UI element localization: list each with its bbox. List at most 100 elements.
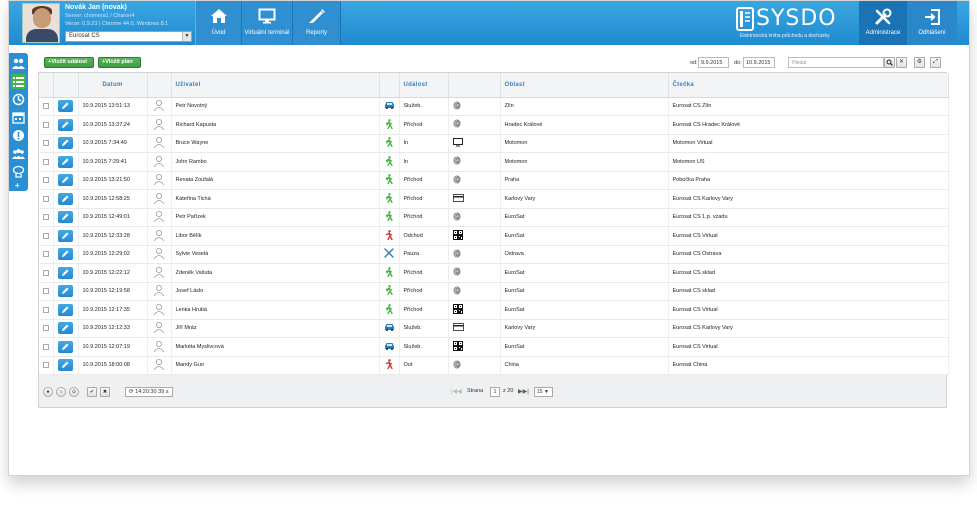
add-record-button[interactable]: ● — [43, 387, 53, 397]
row-checkbox[interactable] — [42, 251, 49, 258]
table-row[interactable]: 10.9.2015 12:58:25 Kateřina Tichá Příchod K… — [39, 189, 949, 209]
edit-button[interactable] — [58, 155, 73, 168]
table-row[interactable]: 10.9.2015 18:00:08 Mandy Guo Out China Euros… — [39, 356, 949, 375]
edit-button[interactable] — [58, 137, 73, 150]
table-row[interactable]: 10.9.2015 13:51:13 Petr Novotný Služeb. Zlí… — [39, 97, 949, 116]
edit-button[interactable] — [58, 192, 73, 205]
sidebar-item-calendar[interactable] — [11, 110, 26, 125]
nav-reports-button[interactable]: Reporty — [293, 1, 341, 45]
table-row[interactable]: 10.9.2015 12:07:19 Markéta Myslivcová Služ… — [39, 337, 949, 357]
table-row[interactable]: 10.9.2015 13:21:50 Renata Zoufalá Příchod P… — [39, 171, 949, 190]
sidebar-item-devices[interactable] — [11, 164, 26, 179]
table-row[interactable]: 10.9.2015 12:17:35 Lenka Hrubá Příchod Euro… — [39, 300, 949, 320]
user-avatar[interactable] — [22, 3, 60, 43]
row-reader: Motomon Virtual — [668, 134, 949, 153]
table-row[interactable]: 10.9.2015 12:19:58 Josef Láslo Příchod Euro… — [39, 282, 949, 301]
search-button[interactable] — [884, 57, 895, 68]
row-checkbox[interactable] — [42, 103, 49, 110]
row-event: Odchod — [399, 226, 449, 246]
edit-button[interactable] — [58, 248, 73, 261]
edit-button[interactable] — [58, 322, 73, 335]
sidebar-item-groups[interactable] — [11, 146, 26, 161]
sidebar-add-icon[interactable]: + — [15, 181, 20, 190]
row-method-cell — [448, 97, 501, 116]
table-header-row: Datum Uživatel Událost Oblast Čtečka — [39, 73, 949, 98]
cancel-button[interactable]: ✖ — [100, 387, 110, 397]
toggle-button[interactable]: ⊙ — [69, 387, 79, 397]
edit-button[interactable] — [58, 229, 73, 242]
row-avatar-cell — [147, 134, 172, 153]
user-avatar-icon — [153, 211, 165, 224]
monitor-icon — [452, 137, 463, 149]
row-checkbox[interactable] — [42, 325, 49, 332]
fullscreen-icon: ⤢ — [933, 59, 938, 65]
row-checkbox[interactable] — [42, 177, 49, 184]
walk-in-icon — [385, 266, 393, 279]
sidebar-item-history[interactable] — [11, 92, 26, 107]
edit-button[interactable] — [58, 118, 73, 131]
sidebar-item-users[interactable] — [11, 56, 26, 71]
sidebar-item-events[interactable] — [11, 74, 26, 89]
page-size-select[interactable]: 15 ▼ — [534, 387, 553, 397]
nav-home-button[interactable]: Úvod — [195, 1, 242, 45]
edit-button[interactable] — [58, 174, 73, 187]
date-to-input[interactable]: 10.9.2015 — [743, 57, 775, 68]
select-button[interactable]: ○ — [56, 387, 66, 397]
sidebar-item-alerts[interactable] — [11, 128, 26, 143]
nav-logout-button[interactable]: Odhlášení — [907, 1, 957, 45]
row-checkbox[interactable] — [42, 343, 49, 350]
row-checkbox[interactable] — [42, 195, 49, 202]
dot-icon: ⊙ — [71, 389, 77, 395]
first-page-icon[interactable]: |◀◀ — [451, 388, 462, 395]
settings-button[interactable]: ⚙ — [914, 57, 925, 68]
fingerprint-icon — [453, 175, 461, 186]
header-user[interactable]: Uživatel — [171, 73, 380, 98]
clear-search-button[interactable]: ✕ — [896, 57, 907, 68]
header-event[interactable]: Událost — [399, 73, 449, 98]
add-plan-button[interactable]: +Vložit plán — [98, 57, 141, 68]
next-page-icon[interactable]: ▶▶| — [518, 388, 529, 395]
header-reader[interactable]: Čtečka — [668, 73, 949, 98]
company-select[interactable]: Eurosat CS ▼ — [65, 31, 192, 42]
page-input[interactable]: 1 — [490, 387, 500, 397]
date-from-input[interactable]: 9.9.2015 — [698, 57, 729, 68]
row-event: Služeb. — [399, 97, 449, 116]
table-row[interactable]: 10.9.2015 7:34:49 Bruce Wayne In Motomon Mot… — [39, 134, 949, 153]
row-checkbox[interactable] — [42, 158, 49, 165]
table-row[interactable]: 10.9.2015 7:29:41 John Rambo In Motomon Moto… — [39, 152, 949, 172]
row-checkbox[interactable] — [42, 214, 49, 221]
edit-button[interactable] — [58, 359, 73, 372]
row-checkbox[interactable] — [42, 121, 49, 128]
walk-in-icon — [385, 155, 393, 168]
search-input[interactable]: Hledat — [788, 57, 884, 68]
edit-button[interactable] — [58, 211, 73, 224]
row-checkbox[interactable] — [42, 232, 49, 239]
row-checkbox[interactable] — [42, 288, 49, 295]
table-row[interactable]: 10.9.2015 12:49:01 Petr Pařízek Příchod Eur… — [39, 208, 949, 227]
edit-button[interactable] — [58, 100, 73, 113]
header-area[interactable]: Oblast — [500, 73, 669, 98]
row-checkbox[interactable] — [42, 269, 49, 276]
table-row[interactable]: 10.9.2015 12:12:33 Jiří Mráz Služeb. Karlov… — [39, 319, 949, 338]
edit-button[interactable] — [58, 340, 73, 353]
confirm-button[interactable]: ✔ — [87, 387, 97, 397]
refresh-timer[interactable]: ⟳ 14:20:30 39 s — [125, 387, 173, 397]
row-checkbox[interactable] — [42, 362, 49, 369]
edit-button[interactable] — [58, 303, 73, 316]
add-event-button[interactable]: +Vložit událost — [44, 57, 94, 68]
row-checkbox[interactable] — [42, 140, 49, 147]
table-row[interactable]: 10.9.2015 12:29:02 Sylvie Veselá Pauza Ostr… — [39, 245, 949, 264]
nav-terminal-button[interactable]: Virtuální terminál — [242, 1, 293, 45]
fingerprint-icon — [453, 119, 461, 130]
edit-button[interactable] — [58, 285, 73, 298]
header-date[interactable]: Datum — [78, 73, 148, 98]
row-edit-cell — [53, 226, 79, 246]
fullscreen-button[interactable]: ⤢ — [930, 57, 941, 68]
table-row[interactable]: 10.9.2015 13:37:24 Richard Kapusta Příchod… — [39, 115, 949, 135]
table-row[interactable]: 10.9.2015 12:33:28 Libor Bělík Odchod EuroS… — [39, 226, 949, 246]
edit-button[interactable] — [58, 266, 73, 279]
row-event-icon-cell — [379, 208, 400, 227]
row-checkbox[interactable] — [42, 306, 49, 313]
table-row[interactable]: 10.9.2015 12:22:12 Zdeněk Vašuta Příchod Eu… — [39, 263, 949, 283]
nav-admin-button[interactable]: Administrace — [859, 1, 907, 45]
